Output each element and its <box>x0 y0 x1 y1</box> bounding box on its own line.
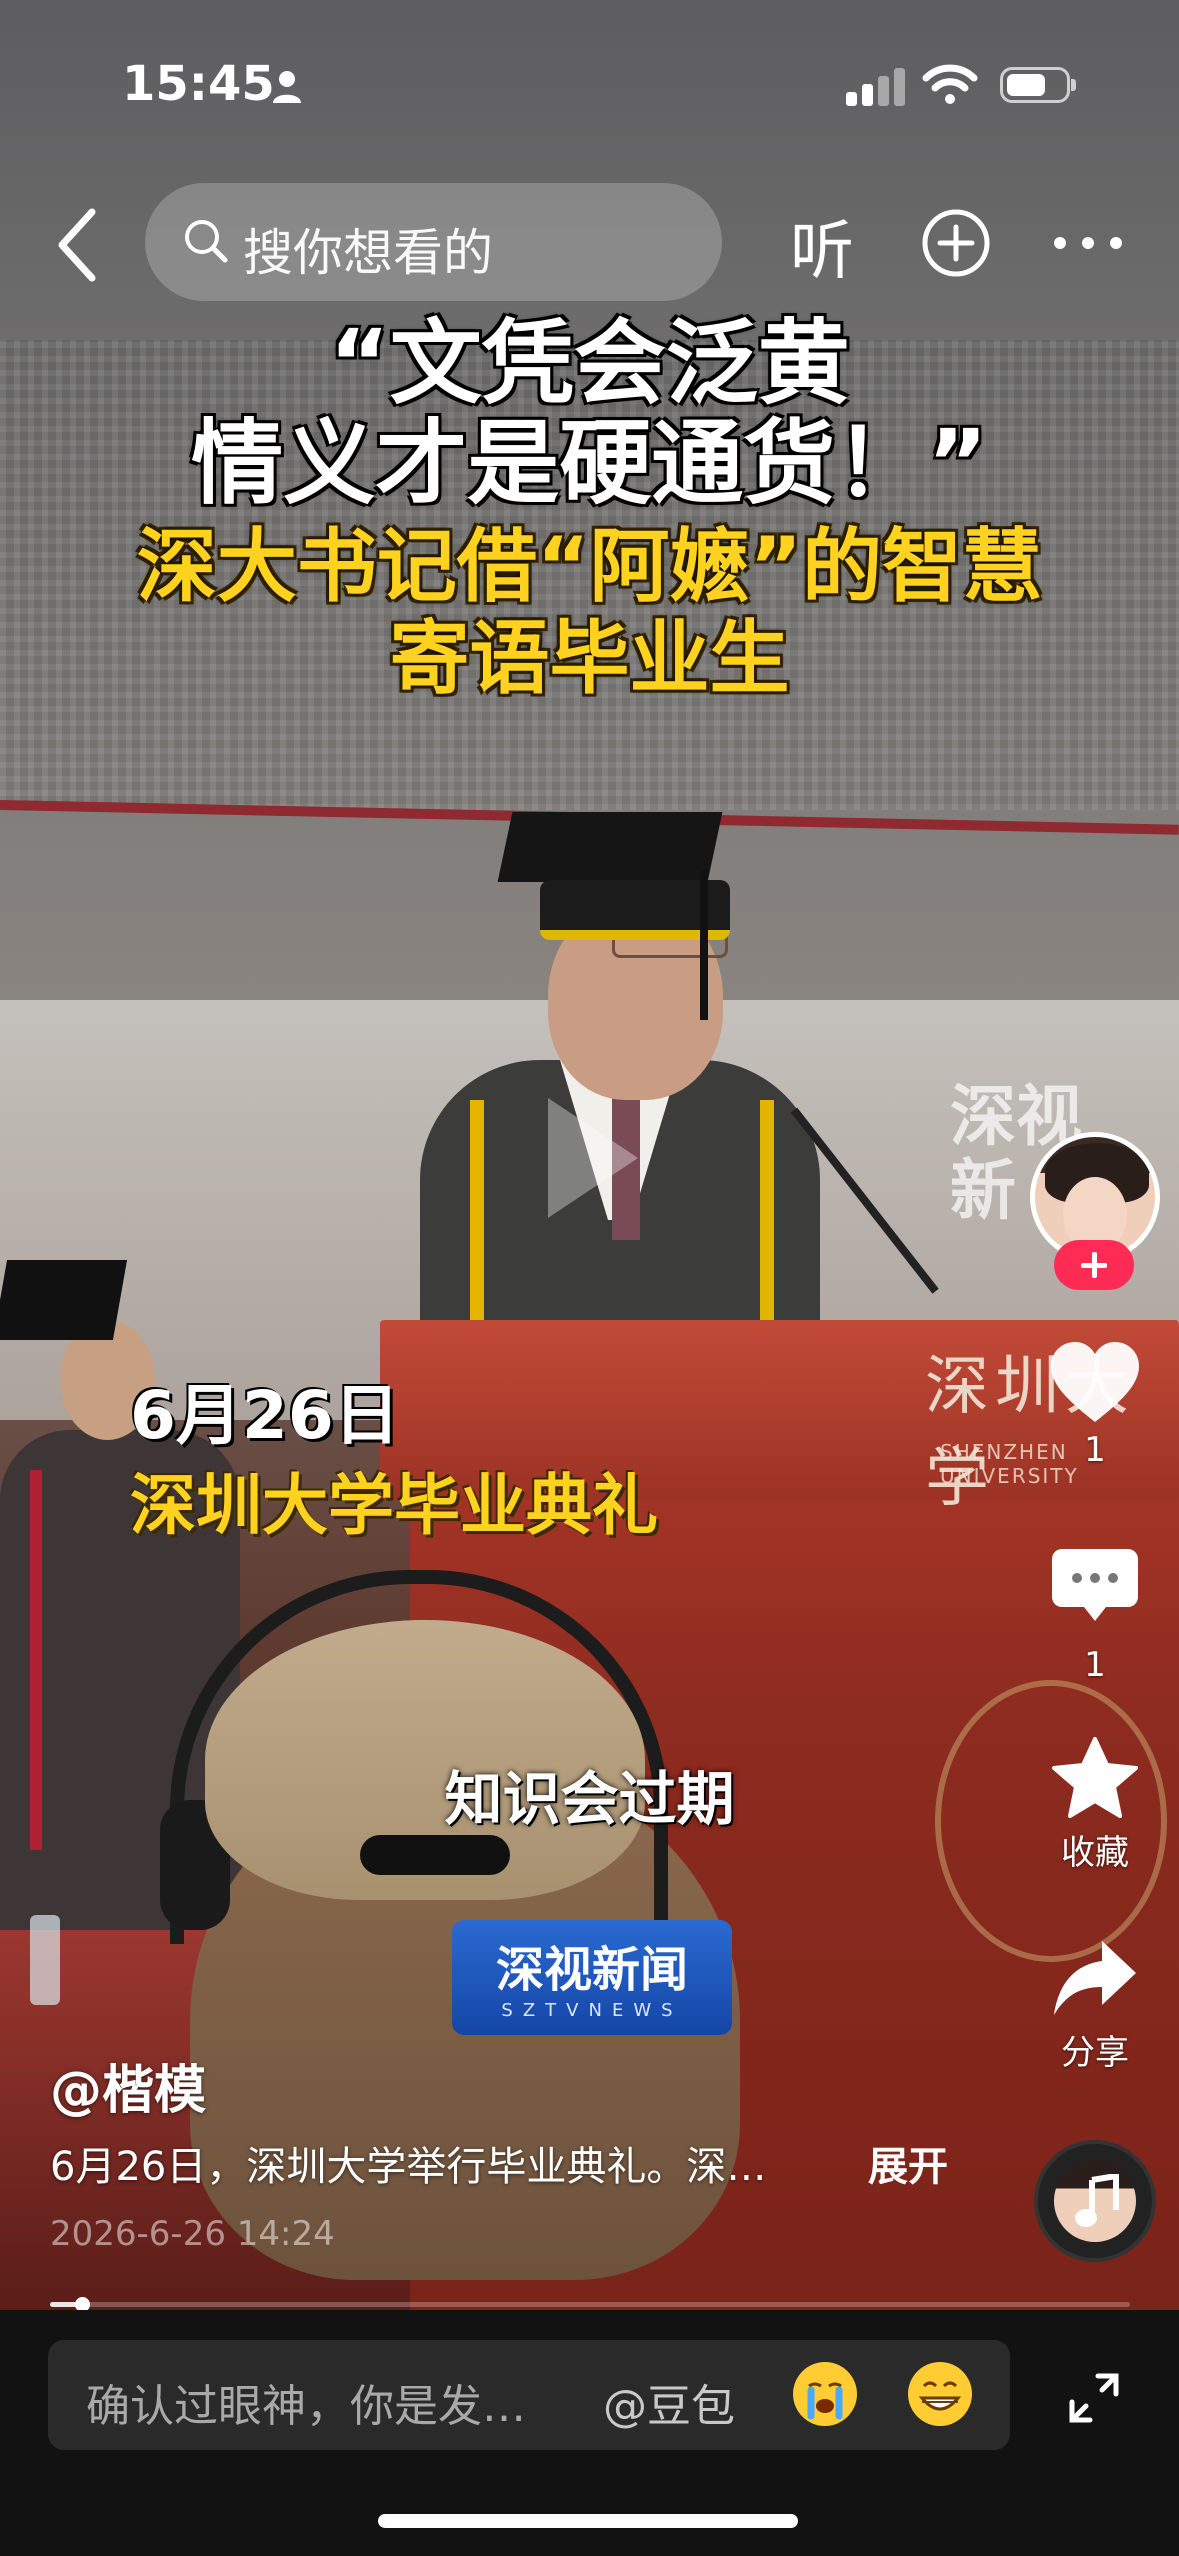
event-title-caption: 深圳大学毕业典礼 <box>130 1467 658 1544</box>
comment-placeholder: 确认过眼神，你是发… <box>86 2381 526 2432</box>
mortarboard <box>497 812 723 882</box>
comment-count: 1 <box>1084 1645 1106 1685</box>
headline-line-2: 情义才是硬通货！” <box>191 410 988 517</box>
mention-button[interactable]: @豆包 <box>603 2370 735 2434</box>
news-logo-badge: 深视新闻 SZTVNEWS <box>452 1920 732 2035</box>
cap-strap <box>360 1835 510 1875</box>
comment-button[interactable]: 1 <box>1030 1545 1160 1685</box>
share-label: 分享 <box>1061 2033 1129 2073</box>
comment-bubble-icon <box>1052 1549 1138 1621</box>
event-caption: 6月26日 深圳大学毕业典礼 <box>130 1362 658 1548</box>
listen-button[interactable]: 听 <box>790 200 854 292</box>
cellular-signal-icon <box>846 66 906 106</box>
tassel <box>700 870 708 1020</box>
fullscreen-icon[interactable] <box>1066 2370 1122 2426</box>
video-progress-bar[interactable] <box>50 2297 1130 2312</box>
search-input[interactable]: 搜你想看的 <box>145 183 722 301</box>
water-bottle <box>30 1915 60 2005</box>
music-note-icon <box>1075 2174 1119 2227</box>
more-options-icon[interactable] <box>1050 230 1126 256</box>
follow-button[interactable] <box>1054 1240 1134 1290</box>
news-badge-sub: SZTVNEWS <box>501 2000 683 2021</box>
play-icon <box>548 1098 638 1218</box>
search-placeholder: 搜你想看的 <box>243 224 493 282</box>
crying-emoji-icon[interactable] <box>793 2362 857 2426</box>
favorite-button[interactable]: 收藏 <box>1030 1735 1160 1874</box>
video-subtitle: 知识会过期 <box>444 1765 735 1833</box>
back-arrow-icon[interactable] <box>48 200 108 290</box>
like-button[interactable]: 1 <box>1030 1340 1160 1470</box>
graduate-cap <box>0 1260 128 1340</box>
share-button[interactable]: 分享 <box>1030 1935 1160 2074</box>
person-icon <box>273 71 301 103</box>
wifi-icon <box>922 64 978 104</box>
author-name[interactable]: @楷模 <box>50 2048 206 2123</box>
home-indicator[interactable] <box>378 2514 798 2528</box>
headline-line-1: “文凭会泛黄 <box>329 310 850 417</box>
like-count: 1 <box>1084 1430 1106 1470</box>
search-icon <box>185 220 228 263</box>
add-circle-icon[interactable] <box>920 207 992 279</box>
date-caption: 6月26日 <box>130 1377 400 1454</box>
clock: 15:45 <box>122 56 275 112</box>
comment-input[interactable]: 确认过眼神，你是发… @豆包 <box>48 2340 1010 2450</box>
favorite-label: 收藏 <box>1061 1833 1129 1873</box>
share-arrow-icon <box>1054 1941 1136 2015</box>
headline-line-4: 寄语毕业生 <box>389 612 790 705</box>
news-badge-title: 深视新闻 <box>495 1942 688 1998</box>
expand-button[interactable]: 展开 <box>868 2134 948 2192</box>
music-disc[interactable] <box>1034 2140 1156 2262</box>
grinning-emoji-icon[interactable] <box>908 2362 972 2426</box>
star-icon <box>1052 1737 1138 1818</box>
battery-icon <box>1000 67 1076 103</box>
status-bar: 15:45 <box>0 0 1179 170</box>
post-timestamp: 2026-6-26 14:24 <box>50 2214 335 2254</box>
headline-line-3: 深大书记借“阿嬷”的智慧 <box>136 520 1043 613</box>
post-description[interactable]: 6月26日，深圳大学举行毕业典礼。深… <box>50 2134 766 2192</box>
heart-icon <box>1051 1342 1139 1422</box>
